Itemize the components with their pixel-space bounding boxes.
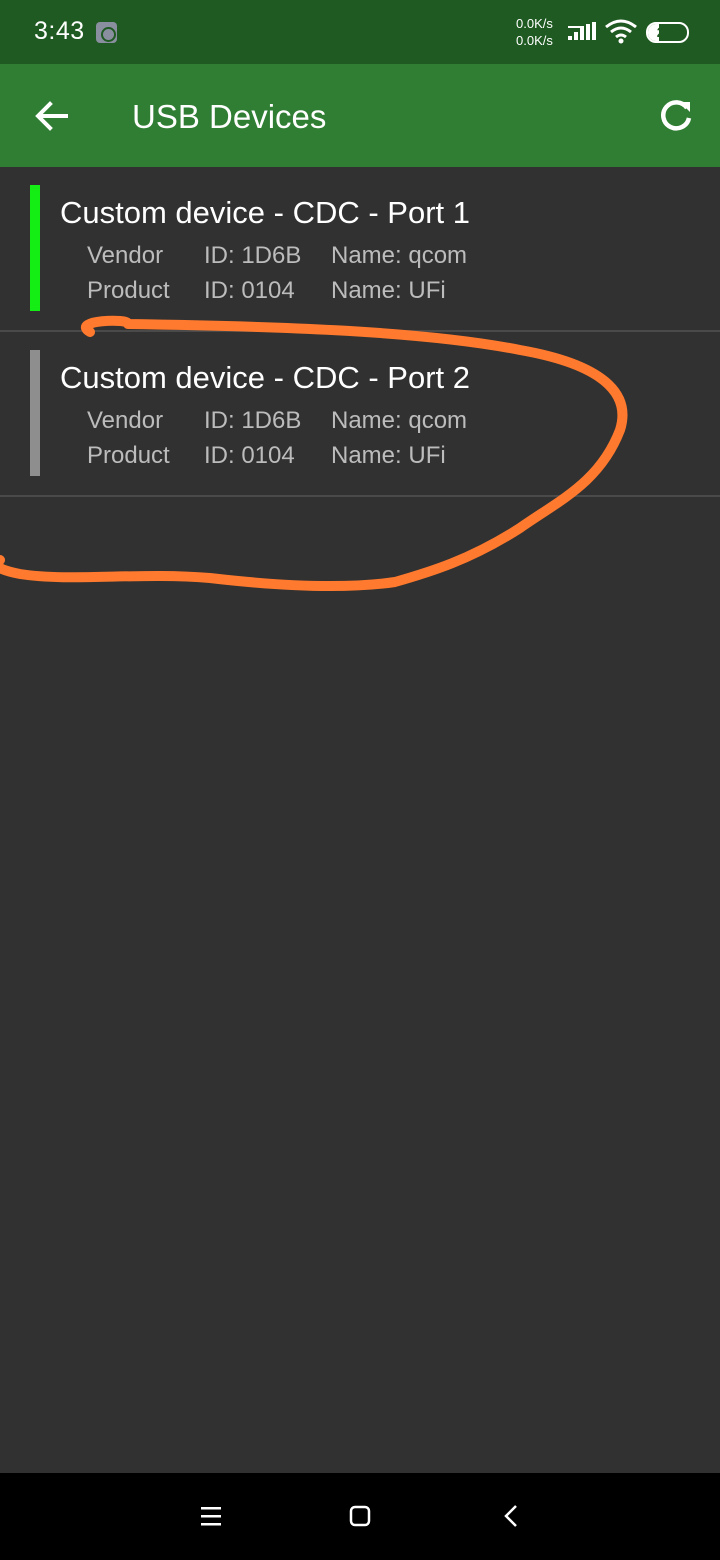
product-name: Name: UFi	[331, 277, 446, 304]
vendor-name: Name: qcom	[331, 407, 468, 434]
notification-icon	[96, 22, 117, 43]
back-chevron-icon[interactable]	[487, 1493, 535, 1541]
app-bar: USB Devices	[0, 64, 720, 167]
vendor-id: ID: 1D6B	[204, 407, 302, 434]
wifi-icon	[605, 19, 637, 44]
battery-level: 27	[656, 24, 673, 40]
net-down-speed: 0.0K/s	[516, 33, 553, 48]
menu-icon[interactable]	[187, 1493, 235, 1541]
back-button[interactable]	[26, 90, 78, 142]
device-title: Custom device - CDC - Port 2	[60, 360, 470, 395]
refresh-icon	[661, 100, 692, 131]
arrow-left-icon	[35, 101, 68, 131]
vendor-id: ID: 1D6B	[204, 242, 302, 269]
vendor-label: Vendor	[87, 242, 164, 269]
navigation-bar	[0, 1473, 720, 1560]
network-speed: 0.0K/s 0.0K/s	[516, 15, 553, 49]
status-time: 3:43	[34, 17, 85, 45]
device-item[interactable]: Custom device - CDC - Port 2 Vendor ID: …	[0, 332, 720, 497]
page-title: USB Devices	[132, 98, 327, 135]
status-bar: 3:43 0.0K/s 0.0K/s 27	[0, 0, 720, 64]
screen: 3:43 0.0K/s 0.0K/s 27 USB Devices Custom…	[0, 0, 720, 1560]
net-up-speed: 0.0K/s	[516, 16, 553, 31]
product-id: ID: 0104	[204, 442, 295, 469]
product-id: ID: 0104	[204, 277, 295, 304]
device-status-indicator	[30, 350, 40, 476]
signal-icon	[568, 22, 596, 40]
product-name: Name: UFi	[331, 442, 446, 469]
device-list: Custom device - CDC - Port 1 Vendor ID: …	[0, 167, 720, 497]
vendor-label: Vendor	[87, 407, 164, 434]
vendor-name: Name: qcom	[331, 242, 468, 269]
battery-icon: 27	[646, 22, 689, 43]
refresh-button[interactable]	[650, 90, 702, 142]
device-status-indicator	[30, 185, 40, 311]
home-square-icon[interactable]	[336, 1493, 384, 1541]
product-label: Product	[87, 277, 170, 304]
device-title: Custom device - CDC - Port 1	[60, 195, 470, 230]
device-item[interactable]: Custom device - CDC - Port 1 Vendor ID: …	[0, 167, 720, 332]
product-label: Product	[87, 442, 170, 469]
